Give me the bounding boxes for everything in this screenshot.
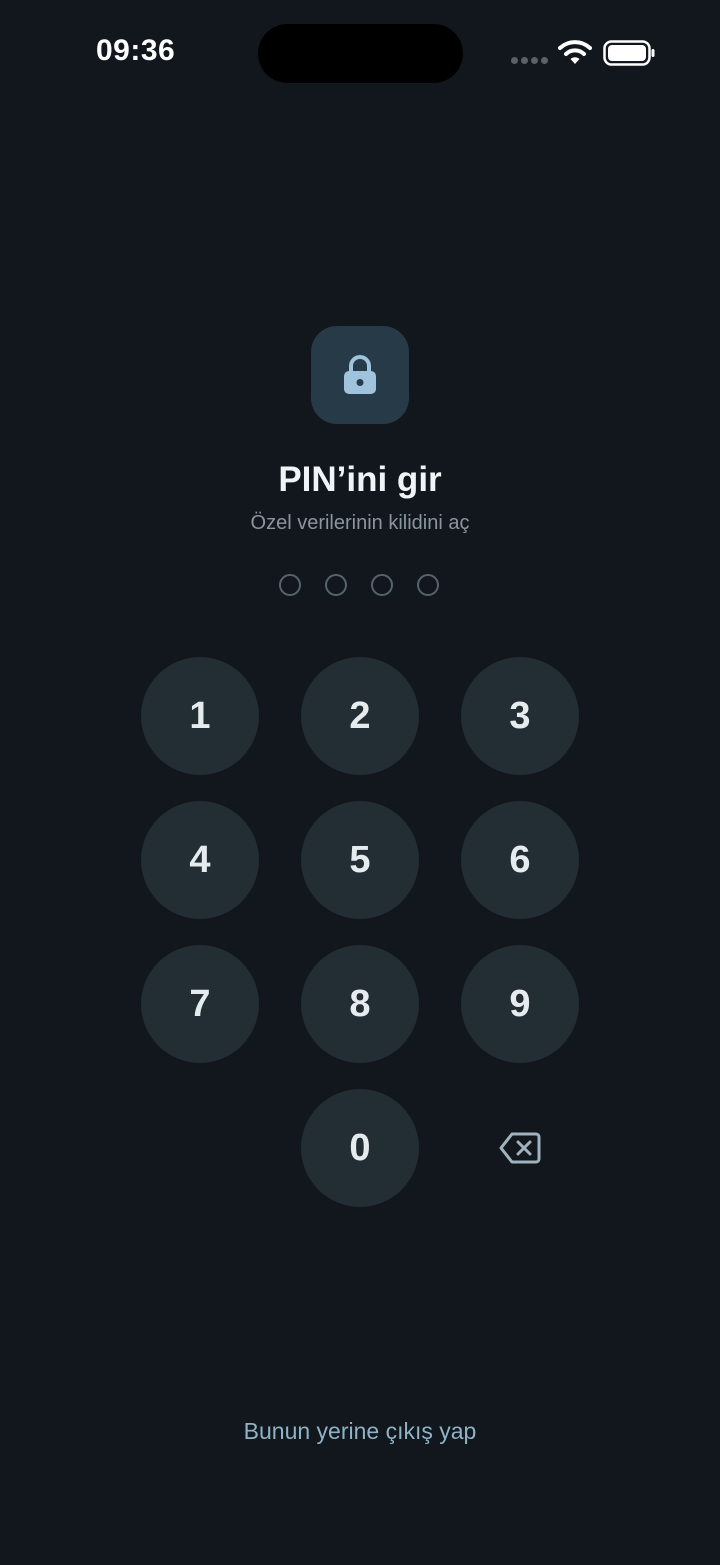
pin-dot <box>417 574 439 596</box>
backspace-button[interactable] <box>461 1089 579 1207</box>
dynamic-island <box>258 24 463 83</box>
battery-icon <box>603 40 655 66</box>
key-2[interactable]: 2 <box>301 657 419 775</box>
key-8[interactable]: 8 <box>301 945 419 1063</box>
backspace-icon <box>499 1132 541 1164</box>
status-time: 09:36 <box>96 34 176 67</box>
status-bar: 09:36 <box>0 0 720 110</box>
key-5[interactable]: 5 <box>301 801 419 919</box>
pin-dot <box>279 574 301 596</box>
lock-icon <box>344 355 376 394</box>
signal-dots-icon <box>511 57 549 65</box>
key-9[interactable]: 9 <box>461 945 579 1063</box>
page-title: PIN’ini gir <box>278 460 442 499</box>
key-1[interactable]: 1 <box>141 657 259 775</box>
pin-dot <box>325 574 347 596</box>
lock-badge <box>311 326 409 424</box>
key-7[interactable]: 7 <box>141 945 259 1063</box>
key-4[interactable]: 4 <box>141 801 259 919</box>
key-3[interactable]: 3 <box>461 657 579 775</box>
pin-indicator <box>279 574 443 598</box>
pin-lock-screen: 09:36 PIN’ini gir Özel verilerinin kilid… <box>0 0 720 1565</box>
key-0[interactable]: 0 <box>301 1089 419 1207</box>
pin-dot <box>371 574 393 596</box>
page-subtitle: Özel verilerinin kilidini aç <box>250 512 470 534</box>
wifi-icon <box>558 40 592 64</box>
sign-out-instead-link[interactable]: Bunun yerine çıkış yap <box>0 1418 720 1445</box>
key-6[interactable]: 6 <box>461 801 579 919</box>
